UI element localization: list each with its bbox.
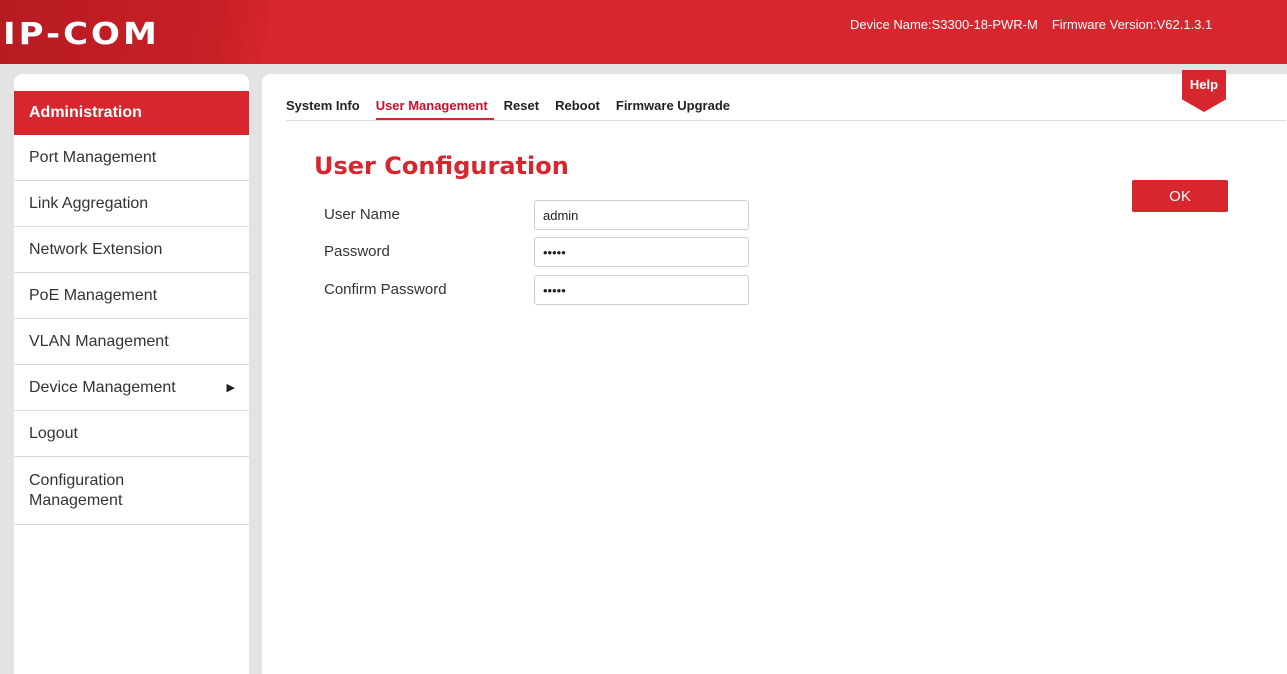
sidebar-item-administration[interactable]: Administration	[14, 91, 249, 135]
sidebar-list: Port Management Link Aggregation Network…	[14, 135, 249, 525]
confirm-password-input[interactable]	[534, 275, 749, 305]
sidebar-item-label: Link Aggregation	[29, 194, 149, 212]
sidebar-item-label: Device Management	[29, 378, 176, 396]
sidebar-item-label: PoE Management	[29, 286, 158, 304]
tab-bar: System Info User Management Reset Reboot…	[286, 96, 1286, 121]
tab-reboot[interactable]: Reboot	[555, 96, 606, 120]
tab-reset[interactable]: Reset	[504, 96, 545, 120]
logo-area: IP-COM	[0, 0, 270, 64]
sidebar-item-network-extension[interactable]: Network Extension	[14, 227, 249, 273]
user-name-row: User Name	[324, 200, 824, 230]
page-title: User Configuration	[314, 152, 569, 180]
sidebar-item-label: Configuration Management	[29, 471, 125, 509]
firmware-version-text: Firmware Version:V62.1.3.1	[1051, 17, 1213, 32]
chevron-right-icon: ▶	[226, 382, 235, 394]
sidebar-item-label: Port Management	[29, 148, 157, 166]
ipcom-logo: IP-COM	[3, 16, 160, 52]
tab-firmware-upgrade[interactable]: Firmware Upgrade	[616, 96, 736, 120]
tab-user-management[interactable]: User Management	[375, 96, 494, 120]
password-label: Password	[324, 243, 390, 260]
user-name-label: User Name	[324, 206, 400, 223]
confirm-password-row: Confirm Password	[324, 275, 824, 305]
user-name-input[interactable]	[534, 200, 749, 230]
sidebar-item-label: Network Extension	[29, 240, 163, 258]
sidebar-item-vlan-management[interactable]: VLAN Management	[14, 319, 249, 365]
device-info: Device Name:S3300-18-PWR-M Firmware Versi…	[850, 17, 1226, 32]
sidebar-item-port-management[interactable]: Port Management	[14, 135, 249, 181]
tab-system-info[interactable]: System Info	[286, 96, 366, 120]
sidebar: Administration Port Management Link Aggr…	[14, 74, 249, 674]
main-panel: System Info User Management Reset Reboot…	[262, 70, 1287, 674]
sidebar-item-device-management[interactable]: Device Management ▶	[14, 365, 249, 411]
ok-button[interactable]: OK	[1132, 180, 1228, 212]
password-input[interactable]	[534, 237, 749, 267]
sidebar-item-poe-management[interactable]: PoE Management	[14, 273, 249, 319]
sidebar-item-configuration-management[interactable]: Configuration Management	[14, 457, 249, 525]
device-name-text: Device Name:S3300-18-PWR-M	[850, 17, 1038, 32]
sidebar-item-label: Logout	[29, 424, 78, 442]
sidebar-item-label: VLAN Management	[29, 332, 169, 350]
password-row: Password	[324, 237, 824, 267]
top-header: IP-COM Device Name:S3300-18-PWR-M Firmwar…	[0, 0, 1287, 64]
sidebar-item-link-aggregation[interactable]: Link Aggregation	[14, 181, 249, 227]
confirm-password-label: Confirm Password	[324, 281, 447, 298]
sidebar-item-logout[interactable]: Logout	[14, 411, 249, 457]
